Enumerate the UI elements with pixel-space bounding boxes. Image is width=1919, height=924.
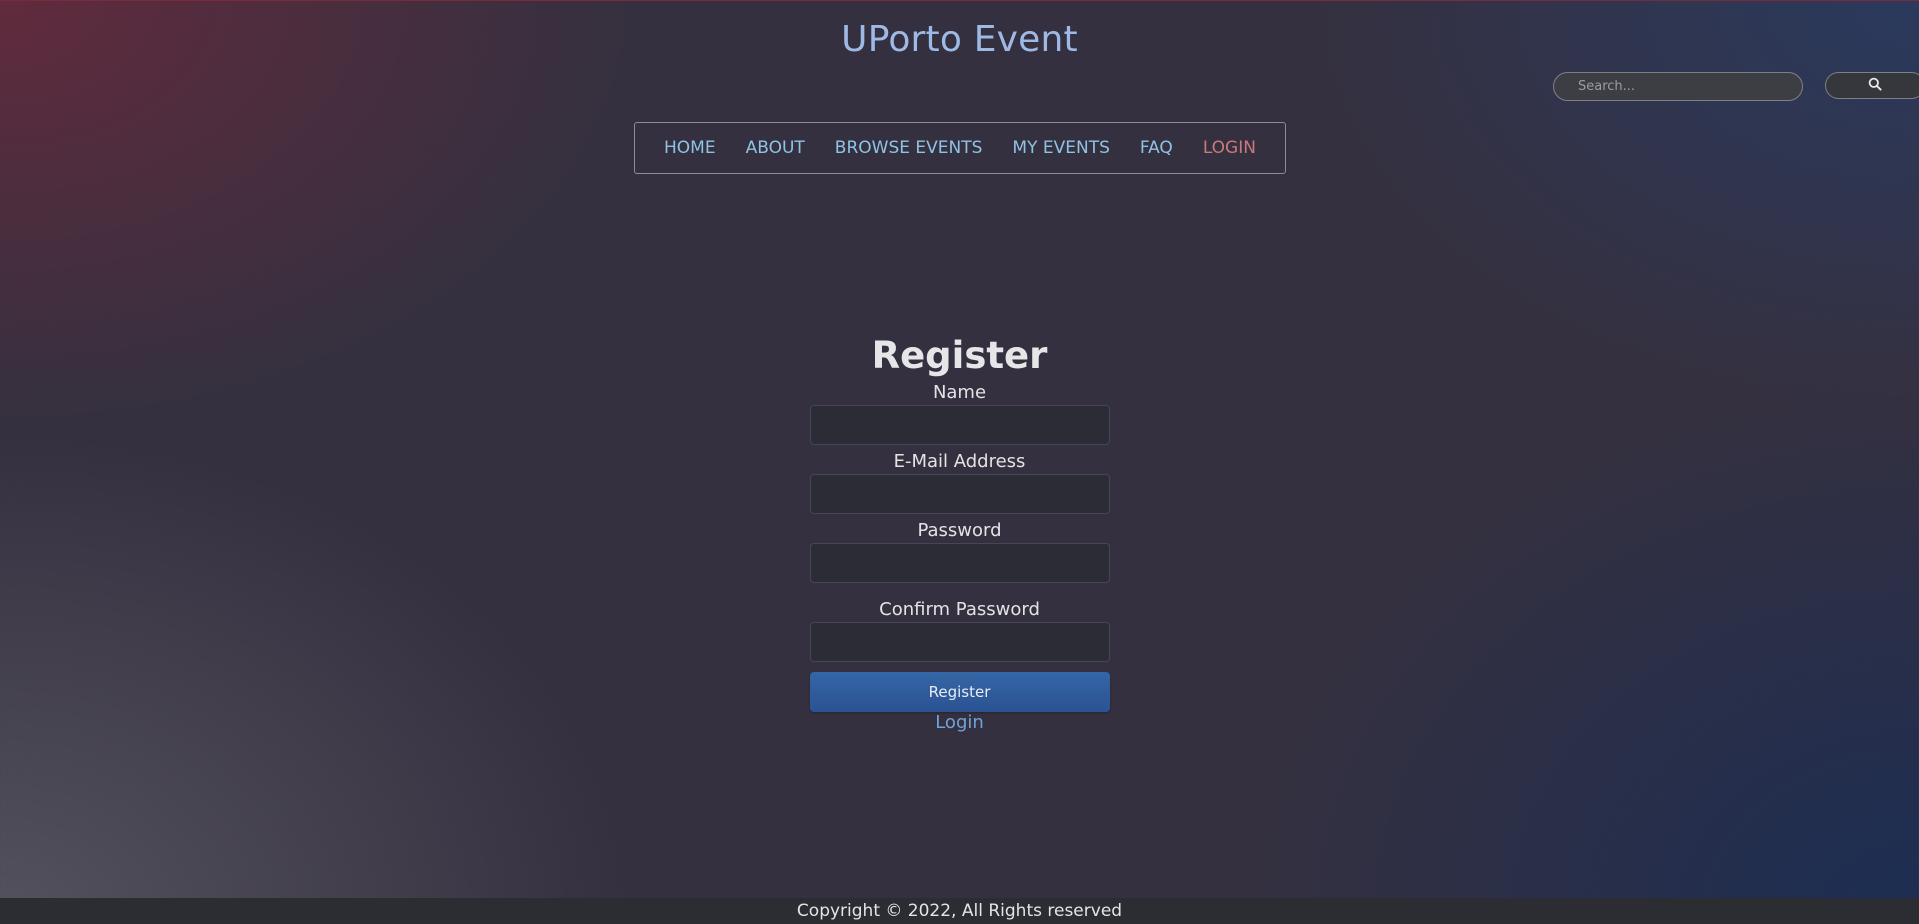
confirm-password-label: Confirm Password <box>879 599 1040 620</box>
email-label: E-Mail Address <box>893 451 1026 472</box>
search-button[interactable] <box>1825 72 1919 99</box>
search-input[interactable] <box>1553 72 1803 101</box>
nav-my-events[interactable]: MY EVENTS <box>997 138 1124 158</box>
search-icon <box>1868 76 1882 95</box>
register-title: Register <box>871 334 1048 377</box>
name-label: Name <box>932 382 987 403</box>
name-field[interactable] <box>809 405 1110 445</box>
nav-about[interactable]: ABOUT <box>731 138 820 158</box>
login-link[interactable]: Login <box>935 712 984 733</box>
nav-faq[interactable]: FAQ <box>1125 138 1188 158</box>
nav-browse-events[interactable]: BROWSE EVENTS <box>820 138 998 158</box>
password-label: Password <box>917 520 1002 541</box>
register-form: Register Name E-Mail Address Password Co… <box>0 331 1919 733</box>
register-button[interactable]: Register <box>809 672 1110 712</box>
site-title: UPorto Event <box>841 19 1078 60</box>
password-field[interactable] <box>809 543 1110 583</box>
nav-home[interactable]: HOME <box>649 138 731 158</box>
confirm-password-field[interactable] <box>809 622 1110 662</box>
footer-copyright: Copyright © 2022, All Rights reserved <box>0 898 1919 924</box>
main-nav: HOME ABOUT BROWSE EVENTS MY EVENTS FAQ L… <box>634 122 1286 174</box>
email-field[interactable] <box>809 474 1110 514</box>
nav-login[interactable]: LOGIN <box>1188 138 1271 158</box>
